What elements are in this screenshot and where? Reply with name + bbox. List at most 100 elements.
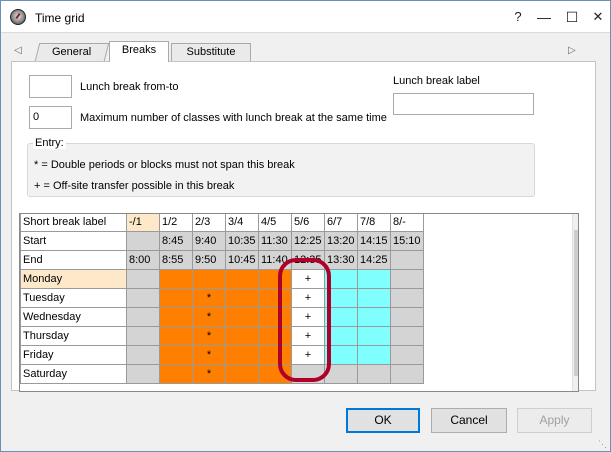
grid-col-header[interactable]: 4/5 [258,214,292,232]
grid-cell[interactable] [324,364,358,384]
grid-cell[interactable]: 8:55 [159,250,193,270]
grid-cell[interactable]: * [192,307,226,327]
grid-cell[interactable] [324,326,358,346]
close-button[interactable]: ✕ [586,5,610,29]
grid-cell[interactable] [357,288,391,308]
max-classes-input[interactable]: 0 [29,106,72,129]
grid-col-header[interactable]: 1/2 [159,214,193,232]
help-button[interactable]: ? [506,5,530,29]
grid-cell[interactable] [126,307,160,327]
tab-breaks[interactable]: Breaks [109,41,169,62]
grid-col-header[interactable]: -/1 [126,214,160,232]
grid-cell[interactable]: * [192,364,226,384]
lunch-break-from-to-input[interactable] [29,75,72,98]
grid-cell[interactable] [357,326,391,346]
grid-cell[interactable] [225,326,259,346]
grid-cell[interactable] [390,307,424,327]
grid-cell[interactable] [225,364,259,384]
grid-cell[interactable]: + [291,269,325,289]
grid-cell[interactable] [390,326,424,346]
grid-cell[interactable] [357,307,391,327]
grid-cell[interactable]: 12:25 [291,231,325,251]
minimize-button[interactable]: — [532,5,556,29]
grid-cell[interactable] [258,326,292,346]
grid-cell[interactable]: 15:10 [390,231,424,251]
grid-day-label[interactable]: Saturday [20,364,127,384]
grid-cell[interactable]: + [291,326,325,346]
grid-cell[interactable]: 12:35 [291,250,325,270]
scroll-down-arrow-icon[interactable]: ▼ [574,378,578,390]
grid-cell[interactable] [159,269,193,289]
grid-cell[interactable] [159,345,193,365]
grid-cell[interactable] [390,345,424,365]
cancel-button[interactable]: Cancel [431,408,507,433]
grid-cell[interactable] [159,288,193,308]
tab-scroll-left-icon[interactable]: ◁ [14,45,22,56]
grid-cell[interactable] [258,288,292,308]
grid-cell[interactable]: 11:30 [258,231,292,251]
grid-cell[interactable]: * [192,345,226,365]
maximize-button[interactable]: ☐ [560,5,584,29]
grid-vertical-scrollbar[interactable]: ▲ ▼ [572,214,578,391]
grid-cell[interactable] [225,345,259,365]
scroll-thumb[interactable] [574,230,578,376]
grid-cell[interactable] [225,307,259,327]
tab-general[interactable]: General [34,43,110,61]
grid-cell[interactable]: * [192,326,226,346]
grid-cell[interactable] [126,231,160,251]
tab-scroll-right-icon[interactable]: ▷ [568,45,576,56]
ok-button[interactable]: OK [346,408,420,433]
grid-col-header[interactable]: 5/6 [291,214,325,232]
grid-cell[interactable]: 11:40 [258,250,292,270]
grid-cell[interactable] [192,269,226,289]
grid-col-header[interactable]: 7/8 [357,214,391,232]
grid-day-label[interactable]: Wednesday [20,307,127,327]
lunch-break-label-input[interactable] [393,93,534,115]
grid-cell[interactable] [324,269,358,289]
grid-cell[interactable]: 8:00 [126,250,160,270]
grid-cell[interactable]: 13:30 [324,250,358,270]
grid-cell[interactable] [258,345,292,365]
grid-cell[interactable]: 9:50 [192,250,226,270]
grid-day-label[interactable]: Tuesday [20,288,127,308]
grid-cell[interactable] [324,288,358,308]
grid-cell[interactable] [357,364,391,384]
grid-cell[interactable] [357,269,391,289]
grid-cell[interactable] [258,364,292,384]
grid-cell[interactable] [291,364,325,384]
grid-col-header[interactable]: 2/3 [192,214,226,232]
grid-cell[interactable]: + [291,345,325,365]
grid-cell[interactable] [159,307,193,327]
grid-cell[interactable]: * [192,288,226,308]
grid-cell[interactable]: 14:25 [357,250,391,270]
grid-cell[interactable]: 10:45 [225,250,259,270]
grid-cell[interactable]: 8:45 [159,231,193,251]
grid-cell[interactable] [390,250,424,270]
grid-cell[interactable] [324,345,358,365]
grid-col-header[interactable]: 3/4 [225,214,259,232]
grid-cell[interactable]: 13:20 [324,231,358,251]
grid-cell[interactable] [324,307,358,327]
apply-button[interactable]: Apply [517,408,592,433]
scroll-up-arrow-icon[interactable]: ▲ [574,215,578,227]
grid-cell[interactable] [357,345,391,365]
grid-col-header[interactable]: 8/- [390,214,424,232]
grid-cell[interactable] [225,269,259,289]
resize-grip-icon[interactable]: ⋱ [598,439,608,449]
grid-cell[interactable] [126,364,160,384]
grid-cell[interactable]: 10:35 [225,231,259,251]
grid-day-label[interactable]: Monday [20,269,127,289]
grid-cell[interactable] [159,326,193,346]
grid-cell[interactable] [126,269,160,289]
grid-cell[interactable] [126,288,160,308]
grid-cell[interactable]: + [291,307,325,327]
tab-substitute[interactable]: Substitute [171,43,251,61]
grid-cell[interactable]: 14:15 [357,231,391,251]
grid-day-label[interactable]: Thursday [20,326,127,346]
grid-cell[interactable] [390,269,424,289]
break-grid[interactable]: Short break label -/1 1/2 2/3 3/4 4/5 5/… [19,213,579,392]
grid-cell[interactable] [258,307,292,327]
grid-day-label[interactable]: Friday [20,345,127,365]
grid-cell[interactable] [225,288,259,308]
grid-cell[interactable] [126,326,160,346]
